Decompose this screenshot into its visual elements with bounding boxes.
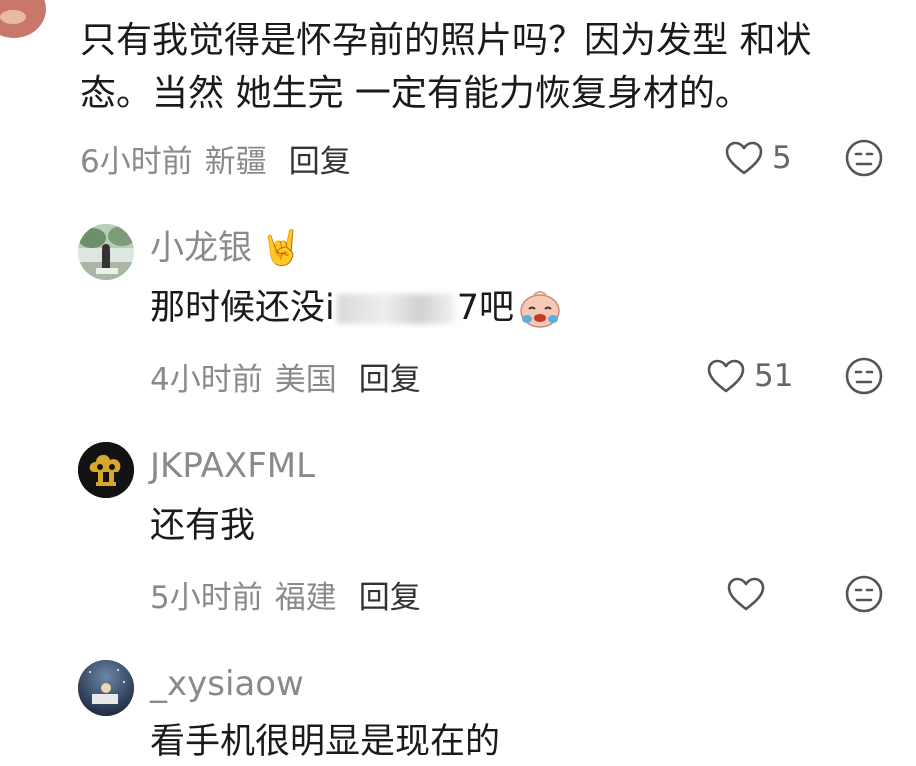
reply-button[interactable]: 回复: [359, 354, 421, 399]
reply-text: 看手机很明显是现在的: [150, 722, 501, 762]
heart-outline-icon: [707, 359, 745, 393]
comment-location: 福建: [274, 579, 337, 616]
like-count: 5: [772, 140, 792, 176]
heart-outline-icon: [725, 141, 763, 175]
reply-button[interactable]: 回复: [289, 136, 351, 181]
neutral-face-icon[interactable]: [844, 138, 884, 178]
avatar[interactable]: [78, 224, 134, 280]
comment-time: 5小时前: [150, 579, 263, 616]
root-comment-avatar[interactable]: [0, 0, 46, 38]
like-button[interactable]: 5: [724, 136, 792, 180]
comment-location: 新疆: [204, 143, 267, 180]
like-button[interactable]: [726, 572, 774, 616]
reply-meta: 5小时前 福建 回复: [150, 572, 421, 616]
censor-blur: [336, 294, 455, 324]
reply-text: 那时候还没i 7吧: [150, 284, 562, 332]
heart-outline-icon: [727, 577, 765, 611]
like-button[interactable]: 51: [706, 354, 793, 398]
comment-time: 4小时前: [150, 361, 263, 398]
username[interactable]: 小龙银 🤘: [150, 226, 302, 270]
avatar[interactable]: [78, 660, 134, 716]
neutral-face-icon[interactable]: [844, 356, 884, 396]
neutral-face-icon[interactable]: [844, 574, 884, 614]
reply-text: 还有我: [150, 506, 256, 546]
like-count: 51: [754, 358, 794, 394]
username[interactable]: _xysiaow: [150, 662, 304, 706]
rock-hand-emoji: 🤘: [260, 228, 303, 268]
root-comment-meta: 6小时前 新疆 回复: [80, 136, 351, 180]
avatar[interactable]: [78, 442, 134, 498]
crying-face-emoji: [520, 291, 560, 328]
reply-meta: 4小时前 美国 回复: [150, 354, 421, 398]
reply-button[interactable]: 回复: [359, 572, 421, 617]
comment-time: 6小时前: [80, 143, 193, 180]
root-comment-text: 只有我觉得是怀孕前的照片吗？因为发型 和状态。当然 她生完 一定有能力恢复身材的…: [80, 20, 812, 114]
username[interactable]: JKPAXFML: [150, 444, 315, 488]
comment-location: 美国: [274, 361, 337, 398]
